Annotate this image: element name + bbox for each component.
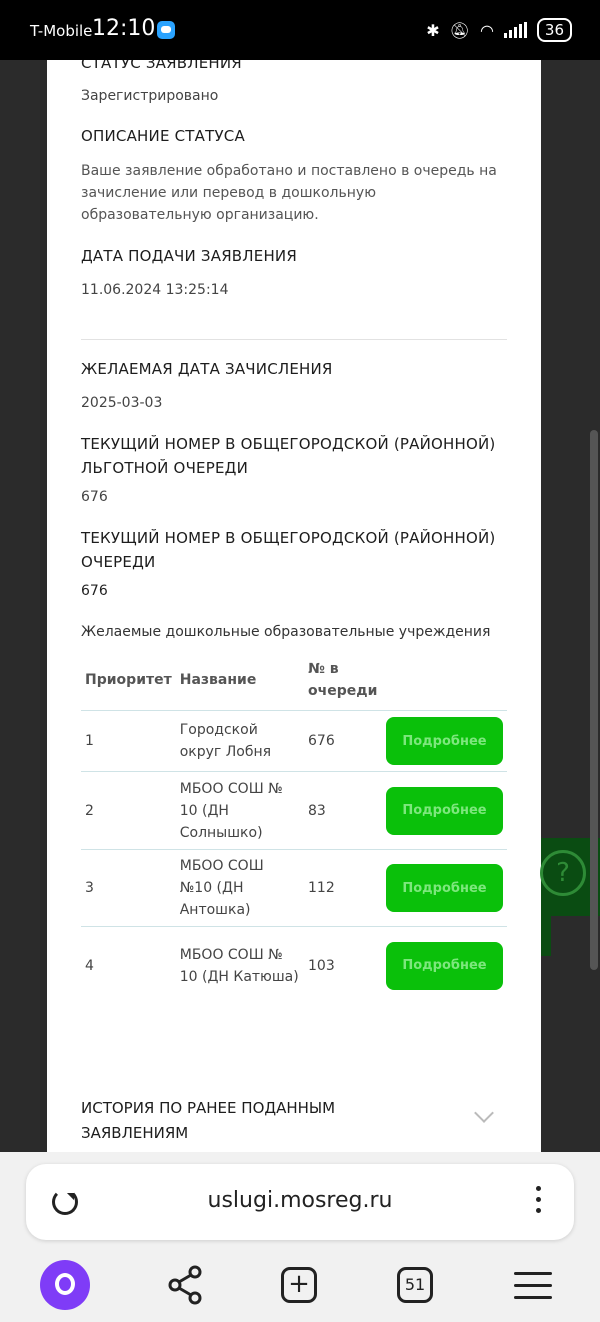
bluetooth-icon: ✱	[426, 20, 440, 40]
new-tab-icon[interactable]: +	[281, 1267, 317, 1303]
row-name: Городской округ Лобня	[175, 710, 305, 772]
benefit-queue-title: ТЕКУЩИЙ НОМЕР В ОБЩЕГОРОДСКОЙ (РАЙОННОЙ)…	[81, 435, 496, 477]
submit-date-title: ДАТА ПОДАЧИ ЗАЯВЛЕНИЯ	[81, 247, 297, 265]
queue-header: № в очереди	[308, 661, 378, 699]
row-queue: 83	[304, 771, 382, 850]
chevron-down-icon[interactable]	[474, 1103, 494, 1123]
row-name: МБОО СОШ № 10 (ДН Солнышко)	[175, 771, 305, 850]
priority-header: Приоритет	[85, 672, 172, 688]
desired-date-value: 2025-03-03	[81, 395, 163, 411]
alice-assistant-icon[interactable]	[40, 1260, 90, 1310]
table-header-row: Приоритет Название № в очереди	[81, 650, 507, 711]
mute-icon: 🔕︎	[449, 20, 470, 40]
details-button[interactable]: Подробнее	[386, 864, 503, 912]
status-bar: T-Mobile 12:10 ✱ 🔕︎ ◠ 36	[0, 0, 600, 60]
history-accordion-title[interactable]: ИСТОРИЯ ПО РАНЕЕ ПОДАННЫМ ЗАЯВЛЕНИЯМ	[81, 1096, 381, 1146]
signal-icon	[503, 22, 527, 38]
name-header: Название	[179, 672, 257, 688]
status-title: СТАТУС ЗАЯВЛЕНИЯ	[81, 60, 242, 72]
row-name: МБОО СОШ №10 (ДН Антошка)	[175, 849, 305, 927]
address-bar[interactable]: uslugi.mosreg.ru	[26, 1164, 574, 1240]
table-row: 4 МБОО СОШ № 10 (ДН Катюша) 103 Подробне…	[81, 926, 507, 1005]
row-queue: 103	[304, 926, 382, 1005]
status-value: Зарегистрировано	[81, 88, 219, 104]
details-button[interactable]: Подробнее	[386, 717, 503, 765]
details-button[interactable]: Подробнее	[386, 941, 503, 990]
row-priority: 4	[81, 926, 176, 1005]
clock: 12:10	[92, 16, 156, 41]
scrollbar[interactable]	[590, 430, 598, 970]
benefit-queue-value: 676	[81, 489, 108, 505]
help-widget-tail	[541, 916, 551, 956]
wifi-icon: ◠	[479, 20, 494, 40]
application-details-page: СТАТУС ЗАЯВЛЕНИЯ Зарегистрировано ОПИСАН…	[47, 60, 541, 1152]
row-priority: 3	[81, 849, 176, 927]
status-description-title: ОПИСАНИЕ СТАТУСА	[81, 127, 245, 145]
queue-title: ТЕКУЩИЙ НОМЕР В ОБЩЕГОРОДСКОЙ (РАЙОННОЙ)…	[81, 529, 496, 571]
details-button[interactable]: Подробнее	[386, 786, 503, 835]
row-name: МБОО СОШ № 10 (ДН Катюша)	[175, 926, 305, 1005]
table-row: 3 МБОО СОШ №10 (ДН Антошка) 112 Подробне…	[81, 849, 507, 927]
menu-icon[interactable]	[514, 1272, 552, 1322]
row-queue: 112	[304, 849, 382, 927]
table-row: 1 Городской округ Лобня 676 Подробнее	[81, 710, 507, 772]
queue-value: 676	[81, 583, 108, 599]
institutions-table: Приоритет Название № в очереди 1 Городск…	[81, 650, 507, 1005]
more-options-icon[interactable]	[536, 1186, 541, 1219]
submit-date-value: 11.06.2024 13:25:14	[81, 282, 229, 298]
divider	[81, 339, 507, 340]
browser-nav-bar: + 51	[0, 1252, 600, 1318]
institutions-title: Желаемые дошкольные образовательные учре…	[81, 624, 491, 640]
row-priority: 1	[81, 710, 176, 772]
action-header	[382, 650, 507, 711]
battery-indicator: 36	[536, 18, 572, 42]
table-row: 2 МБОО СОШ № 10 (ДН Солнышко) 83 Подробн…	[81, 771, 507, 850]
desired-date-title: ЖЕЛАЕМАЯ ДАТА ЗАЧИСЛЕНИЯ	[81, 360, 333, 378]
row-queue: 676	[304, 710, 382, 772]
carrier-name: T-Mobile	[30, 22, 93, 40]
share-icon[interactable]	[160, 1260, 210, 1310]
browser-toolbar: uslugi.mosreg.ru + 51	[0, 1152, 600, 1322]
row-priority: 2	[81, 771, 176, 850]
status-description: Ваше заявление обработано и поставлено в…	[81, 163, 497, 223]
help-chat-icon[interactable]: ?	[540, 850, 586, 896]
message-notification-icon	[157, 21, 175, 39]
tabs-counter-button[interactable]: 51	[397, 1267, 433, 1303]
url-text[interactable]: uslugi.mosreg.ru	[26, 1188, 574, 1213]
